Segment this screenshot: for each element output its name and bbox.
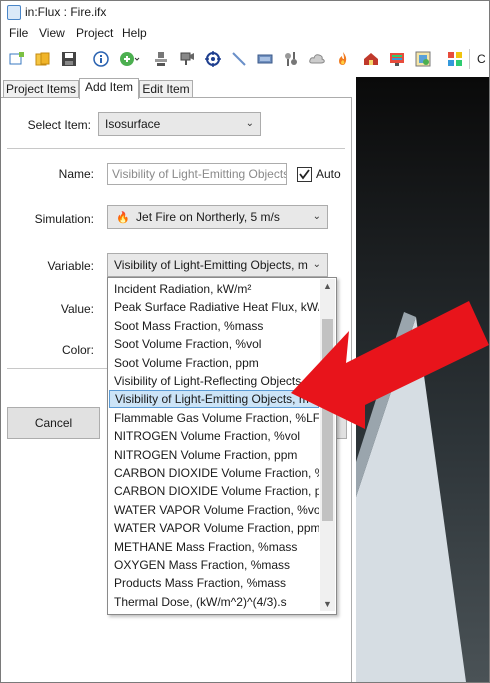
auto-label: Auto (316, 167, 341, 181)
app-icon (7, 5, 21, 20)
dropdown-option[interactable]: Thermal Dose, (kW/m^2)^(4/3).s (109, 593, 319, 611)
dropdown-option[interactable]: OXYGEN Mass Fraction, %mass (109, 556, 319, 574)
info-icon[interactable] (93, 51, 109, 67)
red-arrow-icon (291, 301, 489, 429)
toolbar: C (1, 45, 489, 73)
simulation-value: Jet Fire on Northerly, 5 m/s (136, 210, 280, 224)
cancel-button[interactable]: Cancel (7, 407, 100, 439)
new-project-icon[interactable] (9, 51, 25, 67)
save-icon[interactable] (61, 51, 77, 67)
image-icon[interactable] (415, 51, 431, 67)
dropdown-option[interactable]: Visibility of Light-Reflecting Objects, … (109, 372, 319, 390)
dropdown-option[interactable]: CARBON DIOXIDE Volume Fraction, ppm (109, 482, 319, 500)
app-window: in:Flux : Fire.ifx File View Project Hel… (0, 0, 490, 683)
dropdown-option[interactable]: Flammable Gas Volume Fraction, %LFL (109, 409, 319, 427)
select-item-value: Isosurface (105, 117, 161, 131)
palette-icon[interactable] (447, 51, 463, 67)
separator (7, 148, 345, 149)
target-icon[interactable] (205, 51, 221, 67)
camera-icon[interactable] (179, 51, 195, 67)
plane-icon[interactable] (257, 51, 273, 67)
variable-value: Visibility of Light-Emitting Objects, m (114, 258, 308, 272)
toolbar-edge-label: C (477, 52, 486, 66)
dropdown-option[interactable]: Peak Surface Radiative Heat Flux, kW/m² (109, 298, 319, 316)
dropdown-option[interactable]: NITROGEN Volume Fraction, ppm (109, 446, 319, 464)
tab-bar: Project Items Add Item Edit Item (1, 78, 351, 99)
scroll-up-icon[interactable]: ▲ (320, 279, 335, 293)
window-title: in:Flux : Fire.ifx (25, 5, 107, 19)
dropdown-option[interactable]: WATER VAPOR Volume Fraction, %vol (109, 501, 319, 519)
name-input[interactable]: Visibility of Light-Emitting Objects a (107, 163, 287, 185)
fire-icon: 🔥 (116, 212, 130, 224)
name-label: Name: (58, 167, 94, 181)
dropdown-option[interactable]: Soot Mass Fraction, %mass (109, 317, 319, 335)
variable-combo[interactable]: Visibility of Light-Emitting Objects, m … (107, 253, 328, 277)
color-label: Color: (61, 343, 94, 357)
simulation-label: Simulation: (34, 212, 94, 226)
dropdown-option[interactable]: WATER VAPOR Volume Fraction, ppm (109, 519, 319, 537)
select-item-combo[interactable]: Isosurface ⌄ (98, 112, 261, 136)
chevron-down-icon: ⌄ (245, 118, 254, 129)
settings-icon[interactable] (283, 51, 299, 67)
simulation-combo[interactable]: 🔥 Jet Fire on Northerly, 5 m/s ⌄ (107, 205, 328, 229)
dropdown-option[interactable]: Incident Radiation, kW/m² (109, 280, 319, 298)
menu-help[interactable]: Help (122, 26, 147, 40)
dropdown-option[interactable]: Soot Volume Fraction, ppm (109, 354, 319, 372)
tab-project-items[interactable]: Project Items (3, 80, 79, 98)
open-folder-icon[interactable] (35, 51, 51, 67)
sensor-icon[interactable] (153, 51, 169, 67)
dropdown-option[interactable]: NITROGEN Volume Fraction, %vol (109, 427, 319, 445)
dropdown-option[interactable]: Visibility of Light-Emitting Objects, m (109, 390, 319, 409)
dropdown-option[interactable]: METHANE Mass Fraction, %mass (109, 538, 319, 556)
fire-icon[interactable] (335, 51, 351, 67)
dropdown-option[interactable]: Soot Volume Fraction, %vol (109, 335, 319, 353)
menu-project[interactable]: Project (76, 26, 113, 40)
menu-file[interactable]: File (9, 26, 28, 40)
variable-label: Variable: (47, 259, 94, 273)
monitor-icon[interactable] (389, 51, 405, 67)
tab-add-item[interactable]: Add Item (79, 78, 139, 99)
line-icon[interactable] (231, 51, 247, 67)
dropdown-option[interactable]: Products Mass Fraction, %mass (109, 574, 319, 592)
toolbar-separator (469, 49, 470, 69)
tab-edit-item[interactable]: Edit Item (139, 80, 193, 98)
house-icon[interactable] (363, 51, 379, 67)
title-bar: in:Flux : Fire.ifx (1, 1, 489, 23)
dropdown-option[interactable]: CARBON DIOXIDE Volume Fraction, %vol (109, 464, 319, 482)
auto-checkbox[interactable] (297, 167, 312, 182)
menu-view[interactable]: View (39, 26, 65, 40)
scroll-down-icon[interactable]: ▼ (320, 597, 335, 611)
select-item-label: Select Item: (27, 118, 91, 132)
chevron-down-icon: ⌄ (312, 259, 321, 270)
add-dropdown-icon[interactable] (119, 51, 141, 67)
value-label: Value: (60, 302, 94, 316)
cloud-icon[interactable] (309, 51, 325, 67)
chevron-down-icon: ⌄ (312, 211, 321, 222)
